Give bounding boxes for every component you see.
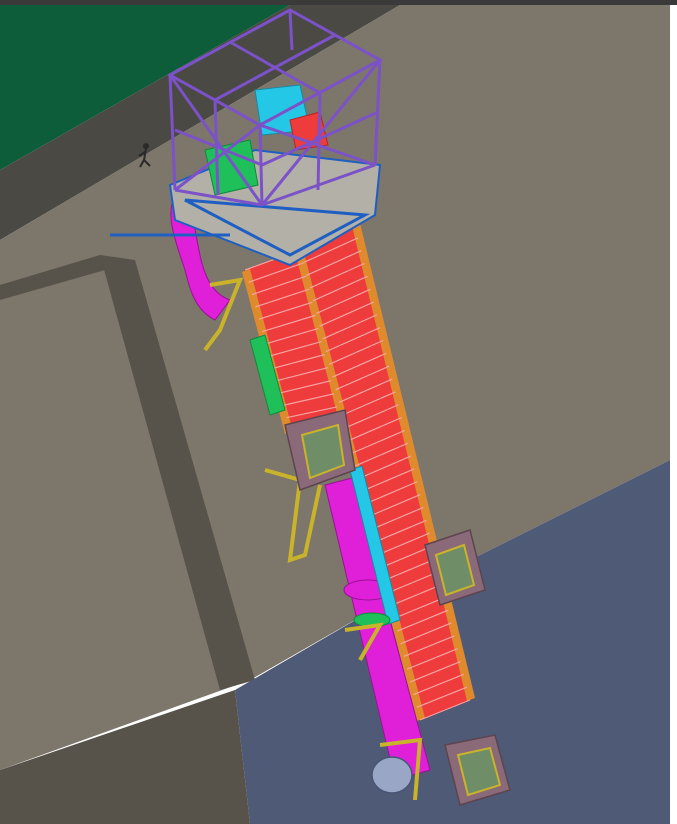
blue-cylinder <box>371 756 413 794</box>
cad-scene <box>0 0 677 824</box>
cad-viewport[interactable] <box>0 0 677 824</box>
top-border <box>0 0 677 5</box>
